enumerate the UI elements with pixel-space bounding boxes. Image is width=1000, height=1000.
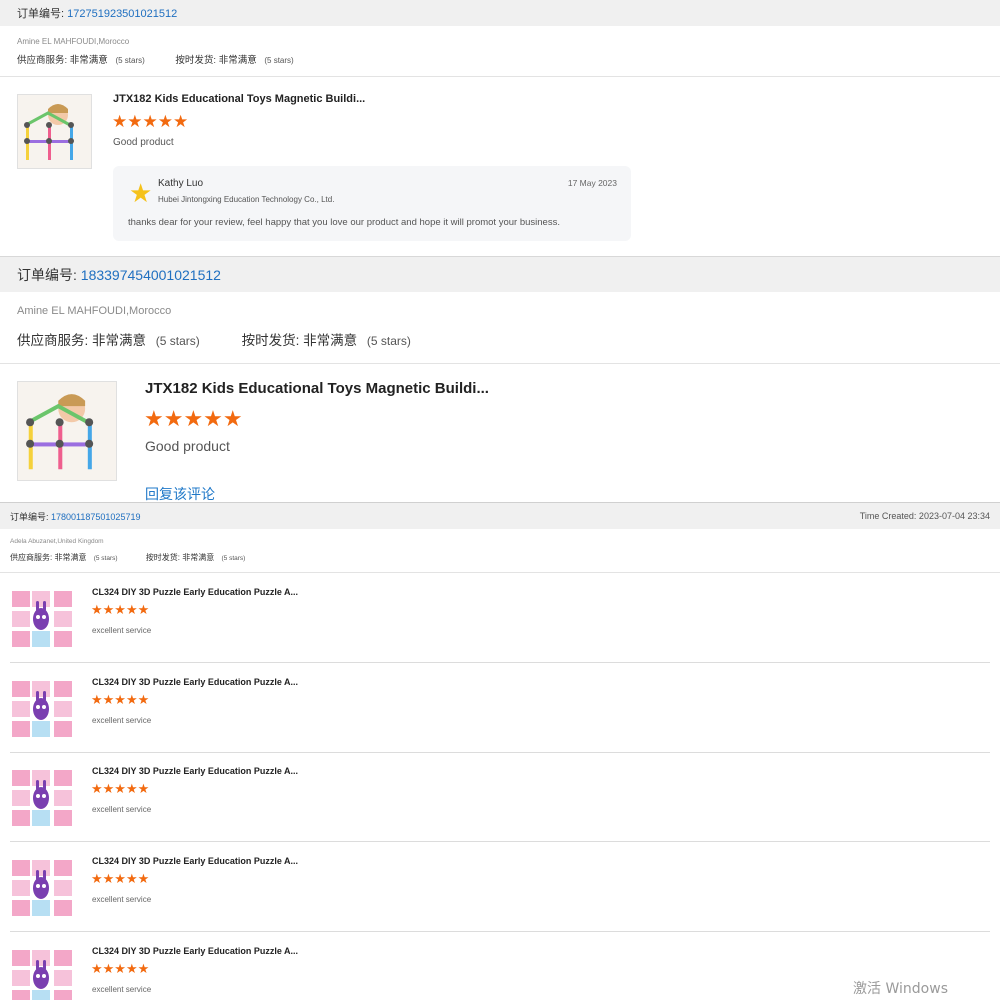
product-title-link[interactable]: CL324 DIY 3D Puzzle Early Education Puzz… (92, 946, 298, 956)
reply-text: thanks dear for your review, feel happy … (128, 217, 560, 228)
row-divider (10, 931, 990, 933)
ontime-value: 非常满意 (218, 55, 257, 66)
rating-stars: ★★★★★ (91, 871, 150, 887)
magnetic-toy-image (18, 382, 116, 480)
reply-company: Hubei Jintongxing Education Technology C… (158, 195, 335, 204)
order-number-row: 订单编号: 178001187501025719 (10, 510, 140, 523)
review-card-2: 订单编号: 183397454001021512 Amine EL MAHFOU… (0, 256, 1000, 502)
product-thumbnail[interactable] (10, 856, 75, 922)
order-header-2: 订单编号: 183397454001021512 (0, 257, 1000, 292)
puzzle-product-image (10, 587, 75, 652)
product-thumbnail[interactable] (10, 587, 75, 652)
review-card-3: 订单编号: 178001187501025719 Time Created: 2… (0, 502, 1000, 1000)
order-header-1: 订单编号: 1727519235010215​12 (0, 0, 1000, 26)
rating-stars: ★★★★★ (91, 691, 150, 707)
review-comment: Good product (145, 438, 230, 454)
product-title-link[interactable]: CL324 DIY 3D Puzzle Early Education Puzz… (92, 677, 298, 687)
order-label: 订单编号: (10, 511, 49, 522)
supplier-service-value: 非常满意 (54, 553, 87, 562)
ontime-stars: (5 stars) (221, 555, 246, 562)
order-number-link[interactable]: 1727519235010215​12 (67, 8, 177, 20)
product-title-link[interactable]: JTX182 Kids Educational Toys Magnetic Bu… (145, 380, 489, 397)
rating-stars: ★★★★★ (91, 781, 150, 797)
supplier-service-stars: (5 stars) (93, 555, 118, 562)
reply-date: 17 May 2023 (567, 178, 617, 188)
puzzle-product-image (10, 945, 75, 1000)
windows-activation-watermark: 激活 Windows (853, 981, 948, 997)
ontime-label: 按时发货: (241, 333, 300, 348)
order-number-row: 订单编号: 183397454001021512 (17, 265, 221, 285)
puzzle-product-image (10, 676, 75, 742)
time-created: Time Created: 2023-07-04 23:34 (859, 511, 990, 521)
row-divider (10, 751, 990, 753)
list-item: CL324 DIY 3D Puzzle Early Education Puzz… (0, 761, 1000, 849)
list-item: CL324 DIY 3D Puzzle Early Education Puzz… (0, 851, 1000, 939)
list-item: CL324 DIY 3D Puzzle Early Education Puzz… (0, 941, 1000, 1000)
supplier-service-label: 供应商服务: (17, 55, 68, 66)
supplier-service-stars: (5 stars) (115, 56, 145, 65)
puzzle-product-image (10, 766, 75, 832)
supplier-service-value: 非常满意 (92, 333, 147, 348)
rating-stars: ★★★★★ (91, 960, 150, 976)
ontime-label: 按时发货: (145, 553, 181, 562)
review-comment: excellent service (92, 715, 152, 725)
review-comment: excellent service (92, 984, 152, 994)
product-thumbnail[interactable] (10, 945, 75, 1000)
product-title-link[interactable]: CL324 DIY 3D Puzzle Early Education Puzz… (92, 856, 298, 866)
product-title-link[interactable]: JTX182 Kids Educational Toys Magnetic Bu… (113, 93, 365, 105)
order-number-link[interactable]: 183397454001021512 (81, 267, 221, 283)
order-number-link[interactable]: 178001187501025719 (51, 512, 140, 522)
ontime-value: 非常满意 (182, 553, 215, 562)
review-comment: excellent service (92, 626, 152, 635)
buyer-name: Adela Abuzanet,United Kingdom (10, 538, 104, 545)
buyer-name: Amine EL MAHFOUDI,Morocco (17, 305, 172, 317)
review-comment: excellent service (92, 805, 152, 815)
order-number-row: 订单编号: 1727519235010215​12 (17, 5, 177, 21)
product-thumbnail[interactable] (17, 94, 92, 169)
product-title-link[interactable]: CL324 DIY 3D Puzzle Early Education Puzz… (92, 587, 298, 597)
rating-summary: 供应商服务: 非常满意 (5 stars) 按时发货: 非常满意 (5 star… (10, 552, 990, 563)
ontime-stars: (5 stars) (264, 56, 294, 65)
buyer-block-1: Amine EL MAHFOUDI,Morocco 供应商服务: 非常满意 (5… (0, 26, 1000, 77)
magnetic-toy-image (18, 95, 91, 168)
buyer-block-2: Amine EL MAHFOUDI,Morocco 供应商服务: 非常满意 (5… (0, 292, 1000, 364)
reply-review-link[interactable]: 回复该评论 (145, 484, 215, 502)
rating-summary: 供应商服务: 非常满意 (5 stars) 按时发货: 非常满意 (5 star… (17, 329, 983, 349)
reply-author: Kathy Luo (158, 178, 204, 189)
supplier-service-label: 供应商服务: (17, 333, 89, 348)
order-label: 订单编号: (17, 8, 65, 20)
buyer-name: Amine EL MAHFOUDI,Morocco (17, 37, 130, 46)
star-avatar-icon: ★ (129, 178, 153, 208)
ontime-stars: (5 stars) (366, 334, 411, 348)
review-comment: excellent service (92, 895, 152, 905)
supplier-service-label: 供应商服务: (10, 553, 53, 562)
product-thumbnail[interactable] (10, 676, 75, 742)
ontime-label: 按时发货: (175, 55, 217, 66)
rating-summary: 供应商服务: 非常满意 (5 stars) 按时发货: 非常满意 (5 star… (17, 52, 983, 66)
buyer-block-3: Adela Abuzanet,United Kingdom 供应商服务: 非常满… (0, 529, 1000, 573)
review-card-1: 订单编号: 1727519235010215​12 Amine EL MAHFO… (0, 0, 1000, 256)
product-title-link[interactable]: CL324 DIY 3D Puzzle Early Education Puzz… (92, 766, 298, 776)
order-label: 订单编号: (17, 266, 77, 283)
rating-stars: ★★★★★ (91, 602, 150, 617)
ontime-value: 非常满意 (303, 333, 358, 348)
product-thumbnail[interactable] (17, 381, 117, 481)
list-item: CL324 DIY 3D Puzzle Early Education Puzz… (0, 672, 1000, 760)
rating-stars: ★★★★★ (112, 112, 189, 131)
review-comment: Good product (113, 137, 174, 148)
puzzle-product-image (10, 856, 75, 922)
row-divider (10, 662, 990, 663)
supplier-reply-box: ★ Kathy Luo Hubei Jintongxing Education … (113, 166, 631, 241)
order-header-3: 订单编号: 178001187501025719 Time Created: 2… (0, 503, 1000, 529)
product-thumbnail[interactable] (10, 766, 75, 832)
supplier-service-stars: (5 stars) (155, 334, 200, 348)
row-divider (10, 841, 990, 843)
list-item: CL324 DIY 3D Puzzle Early Education Puzz… (0, 582, 1000, 670)
rating-stars: ★★★★★ (144, 406, 243, 431)
supplier-service-value: 非常满意 (69, 55, 108, 66)
